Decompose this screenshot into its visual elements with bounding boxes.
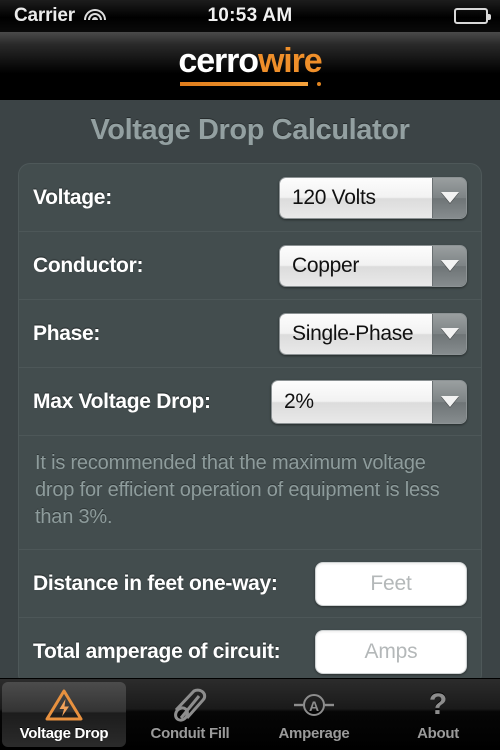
ammeter-icon: A (292, 688, 336, 722)
question-mark-icon: ? (428, 687, 448, 721)
form-row-voltage: Voltage: 120 Volts (19, 164, 481, 232)
form-row-conductor: Conductor: Copper (19, 232, 481, 300)
app-screen: Carrier 10:53 AM cerrowire Voltage Drop … (0, 0, 500, 750)
amperage-input[interactable]: Amps (315, 630, 467, 674)
tab-label-about: About (417, 724, 459, 742)
distance-input[interactable]: Feet (315, 561, 467, 606)
brand-header: cerrowire (0, 32, 500, 100)
logo-underline (180, 82, 308, 86)
phase-dropdown-value: Single-Phase (280, 313, 432, 354)
calculator-form-card: Voltage: 120 Volts Conductor: Copper Pha… (18, 163, 482, 686)
recommendation-note-text: It is recommended that the maximum volta… (35, 452, 440, 528)
conductor-dropdown[interactable]: Copper (279, 244, 467, 287)
conductor-label: Conductor: (33, 253, 144, 277)
tab-conduit-fill[interactable]: Conduit Fill (128, 679, 252, 750)
warning-bolt-icon (44, 688, 84, 722)
tab-label-conduit-fill: Conduit Fill (150, 724, 230, 742)
tab-label-amperage: Amperage (278, 724, 350, 742)
chevron-down-icon (432, 380, 466, 423)
tab-about[interactable]: ? About (376, 679, 500, 750)
chevron-down-icon (432, 177, 466, 218)
page-title: Voltage Drop Calculator (90, 114, 410, 146)
conductor-dropdown-value: Copper (280, 245, 432, 286)
battery-icon (454, 8, 491, 24)
form-row-distance: Distance in feet one-way: Feet (19, 550, 481, 618)
chevron-down-icon (432, 245, 466, 286)
logo-text-accent: wire (257, 42, 323, 80)
voltage-dropdown-value: 120 Volts (280, 177, 432, 218)
voltage-dropdown[interactable]: 120 Volts (279, 176, 467, 219)
cerrowire-logo: cerrowire (178, 42, 323, 87)
max-voltage-drop-label: Max Voltage Drop: (33, 389, 211, 413)
tab-amperage[interactable]: A Amperage (252, 679, 376, 750)
tab-bar: Voltage Drop Conduit Fill A Amperage ? A… (0, 678, 500, 750)
recommendation-note: It is recommended that the maximum volta… (19, 436, 481, 550)
form-row-max-voltage-drop: Max Voltage Drop: 2% (19, 368, 481, 436)
form-row-amperage: Total amperage of circuit: Amps (19, 618, 481, 686)
max-voltage-drop-dropdown-value: 2% (272, 380, 432, 423)
clock-label: 10:53 AM (207, 5, 293, 26)
conduit-pipe-icon (172, 688, 208, 722)
max-voltage-drop-dropdown[interactable]: 2% (271, 379, 467, 424)
chevron-down-icon (432, 313, 466, 354)
phase-label: Phase: (33, 321, 101, 345)
main-content: Voltage Drop Calculator Voltage: 120 Vol… (0, 100, 500, 750)
amperage-label: Total amperage of circuit: (33, 640, 281, 663)
distance-label: Distance in feet one-way: (33, 571, 278, 595)
phase-dropdown[interactable]: Single-Phase (279, 312, 467, 355)
voltage-label: Voltage: (33, 185, 112, 209)
status-bar: Carrier 10:53 AM (0, 0, 500, 32)
logo-text-primary: cerro (178, 42, 259, 80)
form-row-phase: Phase: Single-Phase (19, 300, 481, 368)
svg-text:A: A (309, 698, 319, 714)
logo-dot (316, 82, 321, 86)
tab-voltage-drop[interactable]: Voltage Drop (2, 682, 126, 747)
tab-label-voltage-drop: Voltage Drop (19, 724, 109, 742)
